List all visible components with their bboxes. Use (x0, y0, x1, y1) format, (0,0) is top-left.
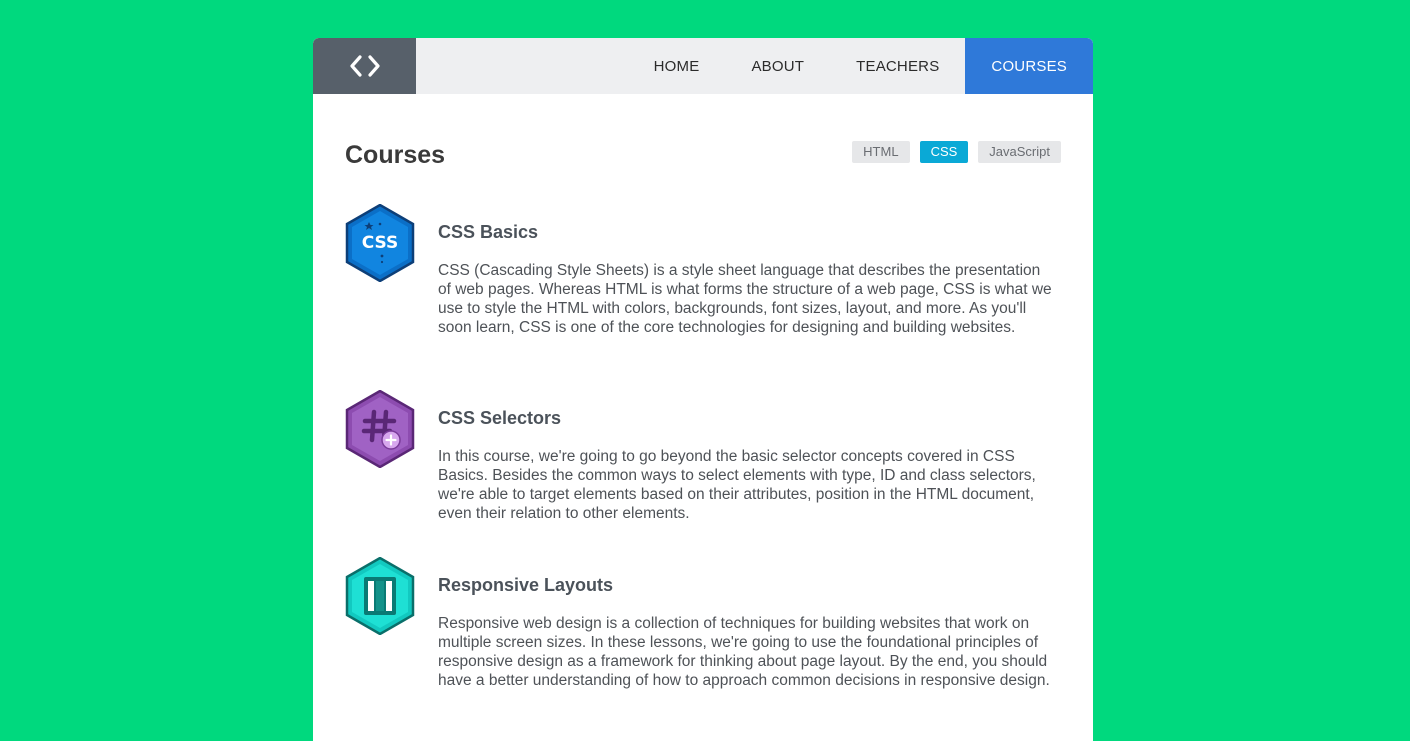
page-card: HOME ABOUT TEACHERS COURSES Courses HTML… (313, 38, 1093, 741)
course-title[interactable]: CSS Selectors (438, 408, 561, 429)
nav-courses[interactable]: COURSES (965, 38, 1093, 94)
responsive-badge-icon (345, 557, 415, 635)
course-item: CSS CSS Basics CSS (Cascading Style Shee… (345, 204, 1061, 364)
tag-filter: HTML CSS JavaScript (852, 141, 1061, 163)
tag-css[interactable]: CSS (919, 141, 969, 163)
course-description: In this course, we're going to go beyond… (438, 448, 1036, 522)
main-nav: HOME ABOUT TEACHERS COURSES (628, 38, 1093, 94)
course-item: CSS Selectors In this course, we're goin… (345, 390, 1061, 530)
nav-teachers[interactable]: TEACHERS (830, 38, 965, 94)
course-title[interactable]: CSS Basics (438, 222, 538, 243)
course-description: Responsive web design is a collection of… (438, 615, 1050, 689)
svg-text:CSS: CSS (362, 233, 399, 253)
css-badge-icon: CSS (345, 204, 415, 282)
course-title[interactable]: Responsive Layouts (438, 575, 613, 596)
selector-badge-icon (345, 390, 415, 468)
tag-html[interactable]: HTML (852, 141, 910, 163)
logo[interactable] (313, 38, 416, 94)
course-item: Responsive Layouts Responsive web design… (345, 557, 1061, 717)
page-title: Courses (345, 141, 446, 169)
code-brackets-icon (349, 55, 380, 77)
nav-about[interactable]: ABOUT (725, 38, 830, 94)
header: HOME ABOUT TEACHERS COURSES (313, 38, 1093, 94)
nav-home[interactable]: HOME (628, 38, 726, 94)
tag-javascript[interactable]: JavaScript (978, 141, 1061, 163)
course-description: CSS (Cascading Style Sheets) is a style … (438, 262, 1052, 336)
